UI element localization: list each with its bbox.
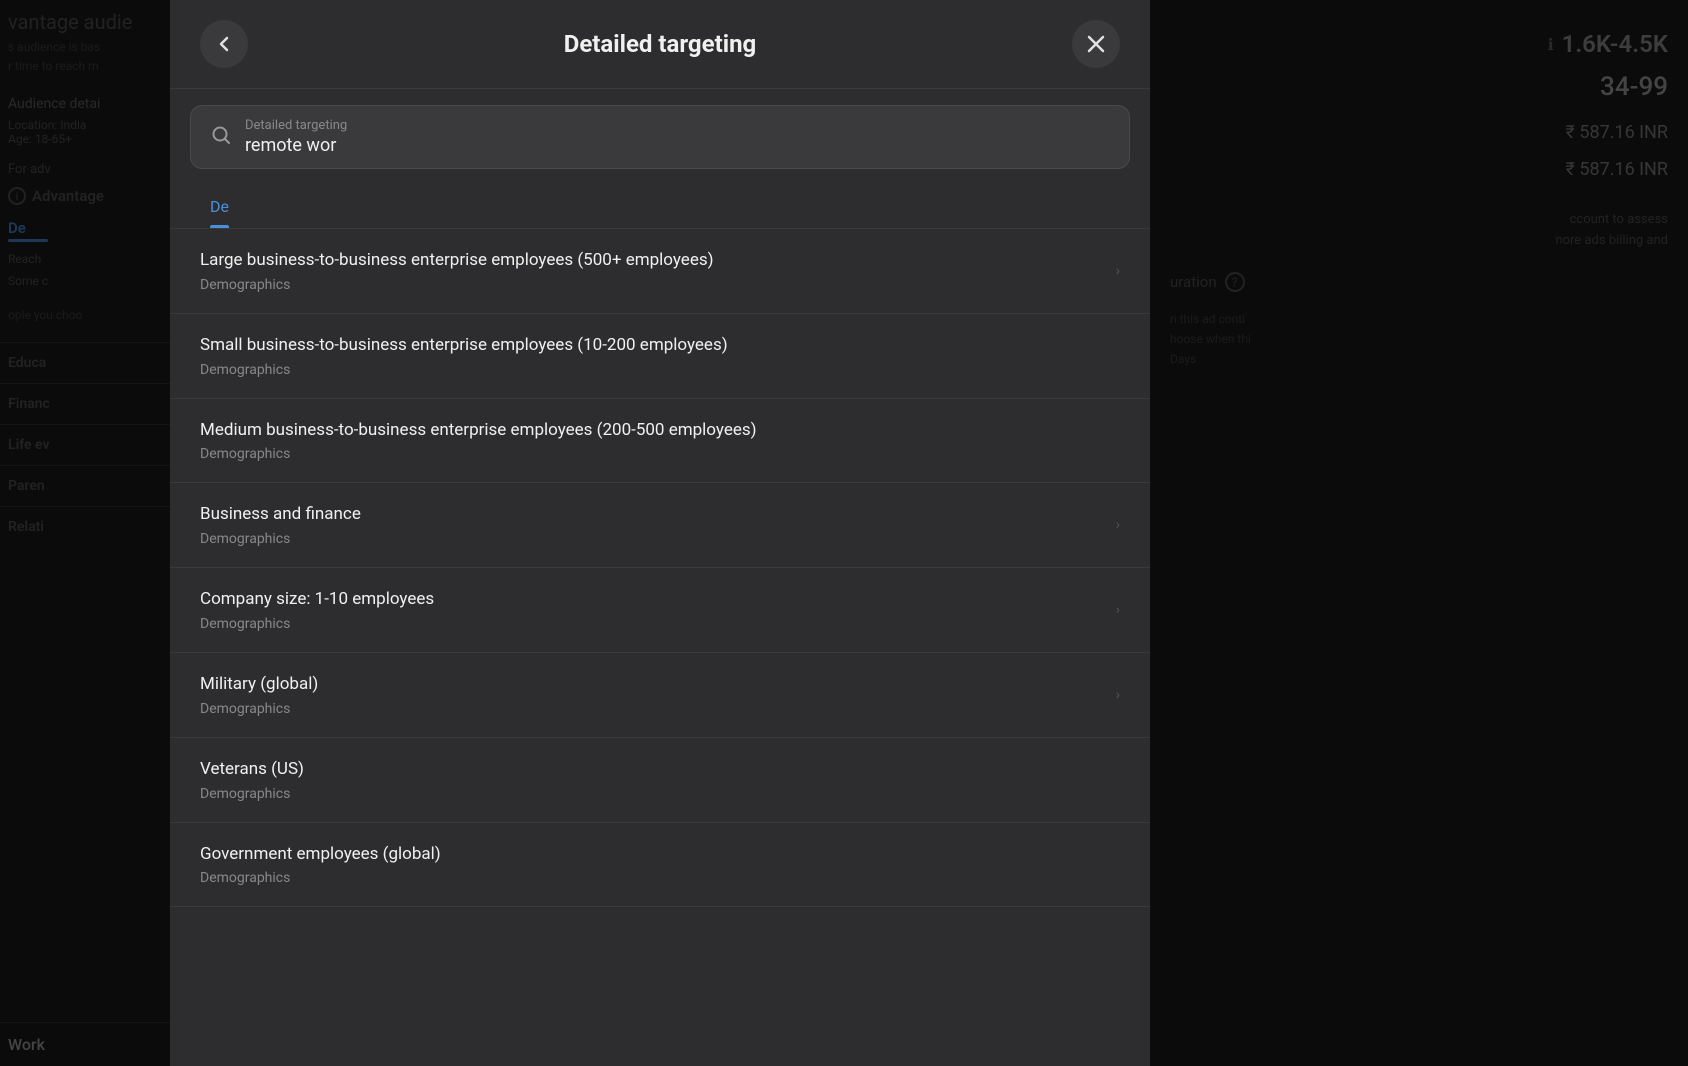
result-item[interactable]: Medium business-to-business enterprise e… — [170, 399, 1150, 484]
result-content: Military (global) Demographics — [200, 673, 1106, 717]
detailed-targeting-modal: Detailed targeting Detailed targeting re… — [170, 0, 1150, 1066]
result-category: Demographics — [200, 616, 1106, 632]
result-category: Demographics — [200, 870, 1120, 886]
search-icon — [211, 125, 231, 150]
result-name: Company size: 1-10 employees — [200, 588, 1106, 612]
tab-detailed[interactable]: De — [190, 185, 249, 228]
result-category: Demographics — [200, 531, 1106, 547]
chevron-right-icon: › — [1116, 517, 1120, 533]
result-content: Medium business-to-business enterprise e… — [200, 419, 1120, 463]
result-content: Government employees (global) Demographi… — [200, 843, 1120, 887]
result-item[interactable]: Small business-to-business enterprise em… — [170, 314, 1150, 399]
chevron-right-icon: › — [1116, 687, 1120, 703]
result-name: Military (global) — [200, 673, 1106, 697]
search-box[interactable]: Detailed targeting remote wor — [190, 105, 1130, 169]
result-item[interactable]: Veterans (US) Demographics — [170, 738, 1150, 823]
result-content: Small business-to-business enterprise em… — [200, 334, 1120, 378]
results-list: Large business-to-business enterprise em… — [170, 229, 1150, 1066]
search-label: Detailed targeting — [245, 118, 1109, 133]
search-container: Detailed targeting remote wor — [170, 89, 1150, 185]
result-item[interactable]: Military (global) Demographics › — [170, 653, 1150, 738]
tabs-row: De — [170, 185, 1150, 229]
result-category: Demographics — [200, 277, 1106, 293]
result-item[interactable]: Company size: 1-10 employees Demographic… — [170, 568, 1150, 653]
result-content: Business and finance Demographics — [200, 503, 1106, 547]
modal-title: Detailed targeting — [248, 30, 1072, 58]
result-category: Demographics — [200, 446, 1120, 462]
result-category: Demographics — [200, 701, 1106, 717]
result-name: Veterans (US) — [200, 758, 1120, 782]
result-name: Large business-to-business enterprise em… — [200, 249, 1106, 273]
result-name: Small business-to-business enterprise em… — [200, 334, 1120, 358]
result-content: Veterans (US) Demographics — [200, 758, 1120, 802]
result-content: Company size: 1-10 employees Demographic… — [200, 588, 1106, 632]
result-name: Business and finance — [200, 503, 1106, 527]
result-item[interactable]: Large business-to-business enterprise em… — [170, 229, 1150, 314]
result-content: Large business-to-business enterprise em… — [200, 249, 1106, 293]
chevron-right-icon: › — [1116, 263, 1120, 279]
result-item[interactable]: Business and finance Demographics › — [170, 483, 1150, 568]
result-category: Demographics — [200, 786, 1120, 802]
close-button[interactable] — [1072, 20, 1120, 68]
result-name: Government employees (global) — [200, 843, 1120, 867]
back-button[interactable] — [200, 20, 248, 68]
modal-header: Detailed targeting — [170, 0, 1150, 89]
chevron-right-icon: › — [1116, 602, 1120, 618]
result-item[interactable]: Government employees (global) Demographi… — [170, 823, 1150, 908]
result-name: Medium business-to-business enterprise e… — [200, 419, 1120, 443]
search-input-area: Detailed targeting remote wor — [245, 118, 1109, 156]
result-category: Demographics — [200, 362, 1120, 378]
search-input-value[interactable]: remote wor — [245, 135, 1109, 156]
